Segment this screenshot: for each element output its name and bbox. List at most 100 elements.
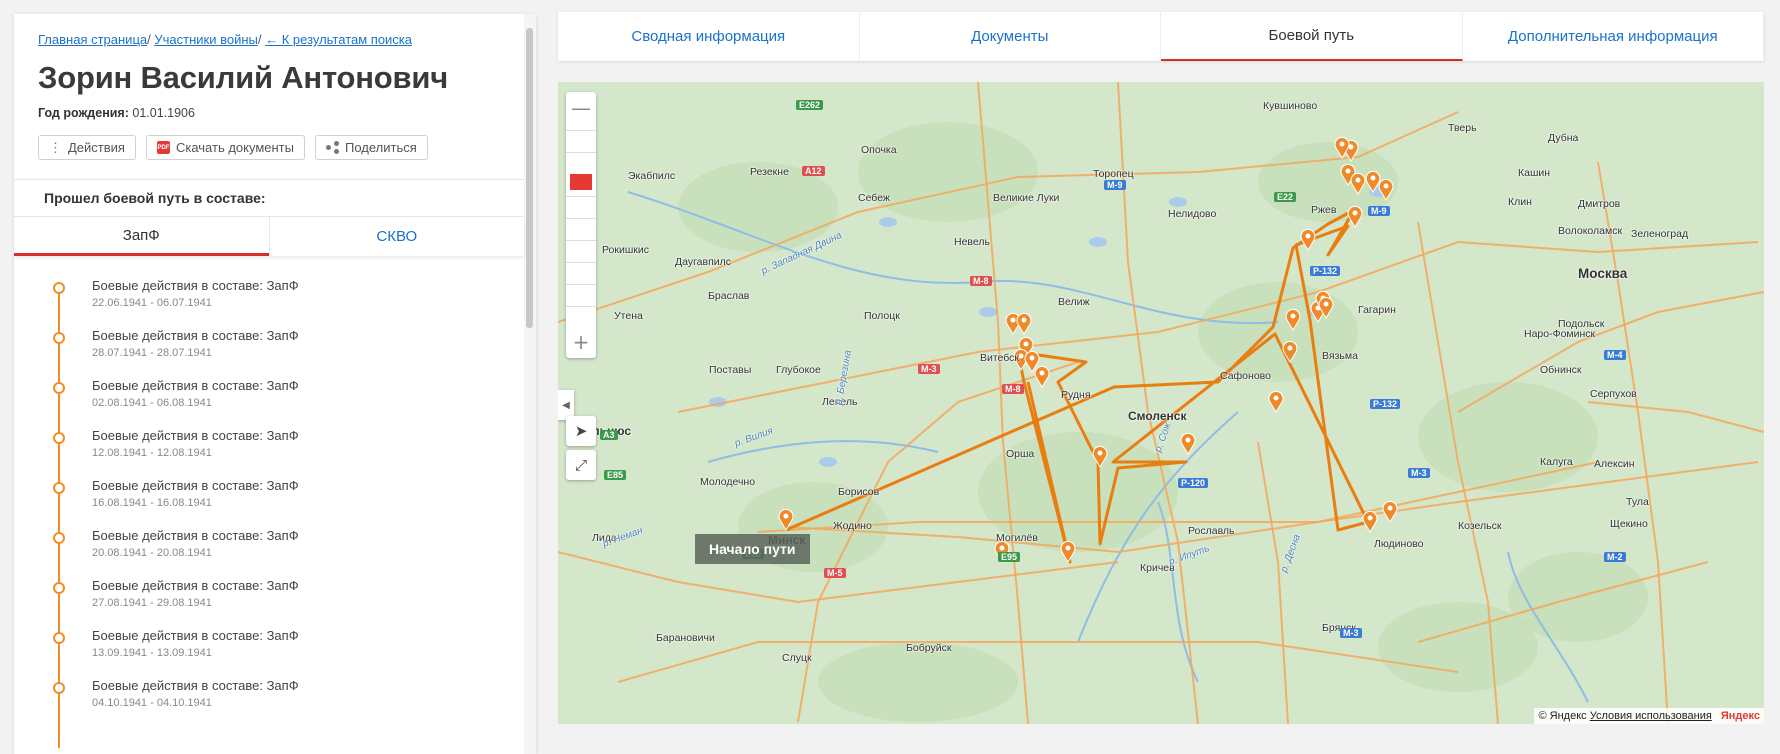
map-city-label: Калуга	[1540, 456, 1573, 468]
timeline-title: Боевые действия в составе: ЗапФ	[92, 278, 299, 293]
copyright-text: © Яндекс	[1538, 710, 1587, 722]
map-city-label: Рославль	[1188, 525, 1235, 537]
route-marker[interactable]	[1060, 540, 1076, 563]
birth-label: Год рождения:	[38, 106, 129, 120]
pdf-icon: PDF	[156, 141, 170, 154]
download-label: Скачать документы	[175, 140, 294, 155]
zoom-in-button[interactable]: +	[566, 328, 596, 356]
map-city-label: Людиново	[1374, 538, 1424, 550]
timeline-item[interactable]: Боевые действия в составе: ЗапФ 20.08.194…	[14, 526, 514, 576]
road-shield: M-3	[1408, 468, 1430, 478]
map-city-label: Опочка	[861, 144, 897, 156]
map-city-label: Вязьма	[1322, 350, 1358, 362]
map-city-label: Ржев	[1311, 204, 1337, 216]
road-shield: P-132	[1310, 266, 1341, 276]
map-city-label: Алексин	[1594, 458, 1635, 470]
map-city-label: Резекне	[750, 166, 789, 178]
map-city-label: Волоколамск	[1558, 225, 1623, 237]
route-marker[interactable]	[1362, 510, 1378, 533]
route-marker[interactable]	[1180, 432, 1196, 455]
breadcrumb-separator: /	[257, 32, 266, 47]
map-city-label: Дубна	[1548, 132, 1579, 144]
timeline-item[interactable]: Боевые действия в составе: ЗапФ 16.08.194…	[14, 476, 514, 526]
zoom-tick	[566, 306, 596, 307]
route-marker[interactable]	[1300, 228, 1316, 251]
fullscreen-button[interactable]: ⤢	[566, 450, 596, 480]
map-city-label: Кувшиново	[1263, 100, 1318, 112]
timeline-date: 12.08.1941 - 12.08.1941	[92, 447, 212, 459]
map-city-label: Экабпилс	[628, 170, 676, 182]
actions-button[interactable]: ⋮ Действия	[38, 135, 136, 160]
map-city-label: Клин	[1508, 196, 1532, 208]
map-city-label: Полоцк	[864, 310, 900, 322]
tab-additional-info[interactable]: Дополнительная информация	[1463, 12, 1764, 61]
timeline-dot	[53, 682, 65, 694]
map-canvas[interactable]	[558, 82, 1764, 724]
map-city-label: Сафоново	[1220, 370, 1271, 382]
road-shield: E262	[796, 100, 824, 110]
map-city-label: Жодино	[833, 520, 872, 532]
tab-documents[interactable]: Документы	[860, 12, 1161, 61]
tab-summary[interactable]: Сводная информация	[558, 12, 860, 61]
main-tabs: Сводная информация Документы Боевой путь…	[558, 12, 1764, 61]
share-icon	[325, 141, 339, 154]
panel-scrollbar[interactable]	[524, 14, 536, 754]
breadcrumb-home-link[interactable]: Главная страница	[38, 32, 147, 47]
route-marker[interactable]	[1268, 390, 1284, 413]
terms-link[interactable]: Условия использования	[1590, 710, 1712, 722]
timeline-title: Боевые действия в составе: ЗапФ	[92, 528, 299, 543]
geolocation-button[interactable]: ➤	[566, 416, 596, 446]
more-vertical-icon: ⋮	[49, 139, 62, 155]
combat-path-map[interactable]: Кувшиново Тверь Опочка Резекне Торопец Кашин Э…	[558, 82, 1764, 724]
timeline-item[interactable]: Боевые действия в составе: ЗапФ 28.07.194…	[14, 326, 514, 376]
tab-skvo[interactable]: СКВО	[268, 217, 525, 256]
zoom-tick	[566, 196, 596, 197]
map-city-label: Витебск	[980, 352, 1020, 364]
route-marker[interactable]	[1034, 365, 1050, 388]
divider	[14, 179, 524, 180]
route-marker[interactable]	[1347, 205, 1363, 228]
timeline-item[interactable]: Боевые действия в составе: ЗапФ 27.08.194…	[14, 576, 514, 626]
map-city-label: Могилёв	[996, 532, 1038, 544]
zoom-level-indicator[interactable]	[570, 174, 592, 190]
scrollbar-thumb[interactable]	[526, 28, 533, 328]
tab-combat-path[interactable]: Боевой путь	[1161, 12, 1463, 61]
tab-zapf[interactable]: ЗапФ	[14, 217, 269, 256]
timeline-item[interactable]: Боевые действия в составе: ЗапФ 02.08.194…	[14, 376, 514, 426]
unit-tabs: ЗапФ СКВО	[14, 216, 524, 256]
yandex-logo: Яндекс	[1720, 710, 1760, 722]
timeline-item[interactable]: Боевые действия в составе: ЗапФ 12.08.194…	[14, 426, 514, 476]
breadcrumb-participants-link[interactable]: Участники войны	[154, 32, 258, 47]
zoom-tick	[566, 262, 596, 263]
road-shield: E85	[604, 470, 627, 480]
map-city-label: Обнинск	[1540, 364, 1582, 376]
timeline-item[interactable]: Боевые действия в составе: ЗапФ 22.06.194…	[14, 276, 514, 326]
route-marker[interactable]	[1382, 500, 1398, 523]
road-shield: M-9	[1368, 206, 1390, 216]
map-city-label: Щекино	[1610, 518, 1648, 530]
map-city-label: Слуцк	[782, 652, 812, 664]
timeline-title: Боевые действия в составе: ЗапФ	[92, 578, 299, 593]
timeline-dot	[53, 632, 65, 644]
timeline-date: 27.08.1941 - 29.08.1941	[92, 597, 212, 609]
map-city-label: Торопец	[1093, 168, 1134, 180]
road-shield: M-3	[1340, 628, 1362, 638]
zoom-tick	[566, 240, 596, 241]
zoom-out-button[interactable]: —	[566, 94, 596, 122]
timeline-item[interactable]: Боевые действия в составе: ЗапФ 04.10.194…	[14, 676, 514, 726]
back-to-results-link[interactable]: ← К результатам поиска	[265, 32, 412, 47]
timeline-date: 22.06.1941 - 06.07.1941	[92, 297, 212, 309]
forest-area	[818, 642, 1018, 722]
road-shield: P-120	[1178, 478, 1209, 488]
map-city-label: Бобруйск	[906, 642, 952, 654]
share-button[interactable]: Поделиться	[314, 135, 428, 160]
timeline-date: 02.08.1941 - 06.08.1941	[92, 397, 212, 409]
timeline-title: Боевые действия в составе: ЗапФ	[92, 378, 299, 393]
lake	[1089, 237, 1107, 247]
route-marker[interactable]	[1016, 312, 1032, 335]
zoom-control[interactable]: — +	[566, 92, 596, 358]
download-documents-button[interactable]: PDF Скачать документы	[145, 135, 305, 160]
timeline-item[interactable]: Боевые действия в составе: ЗапФ 13.09.194…	[14, 626, 514, 676]
map-city-label: Дмитров	[1578, 198, 1621, 210]
road	[1587, 401, 1764, 433]
